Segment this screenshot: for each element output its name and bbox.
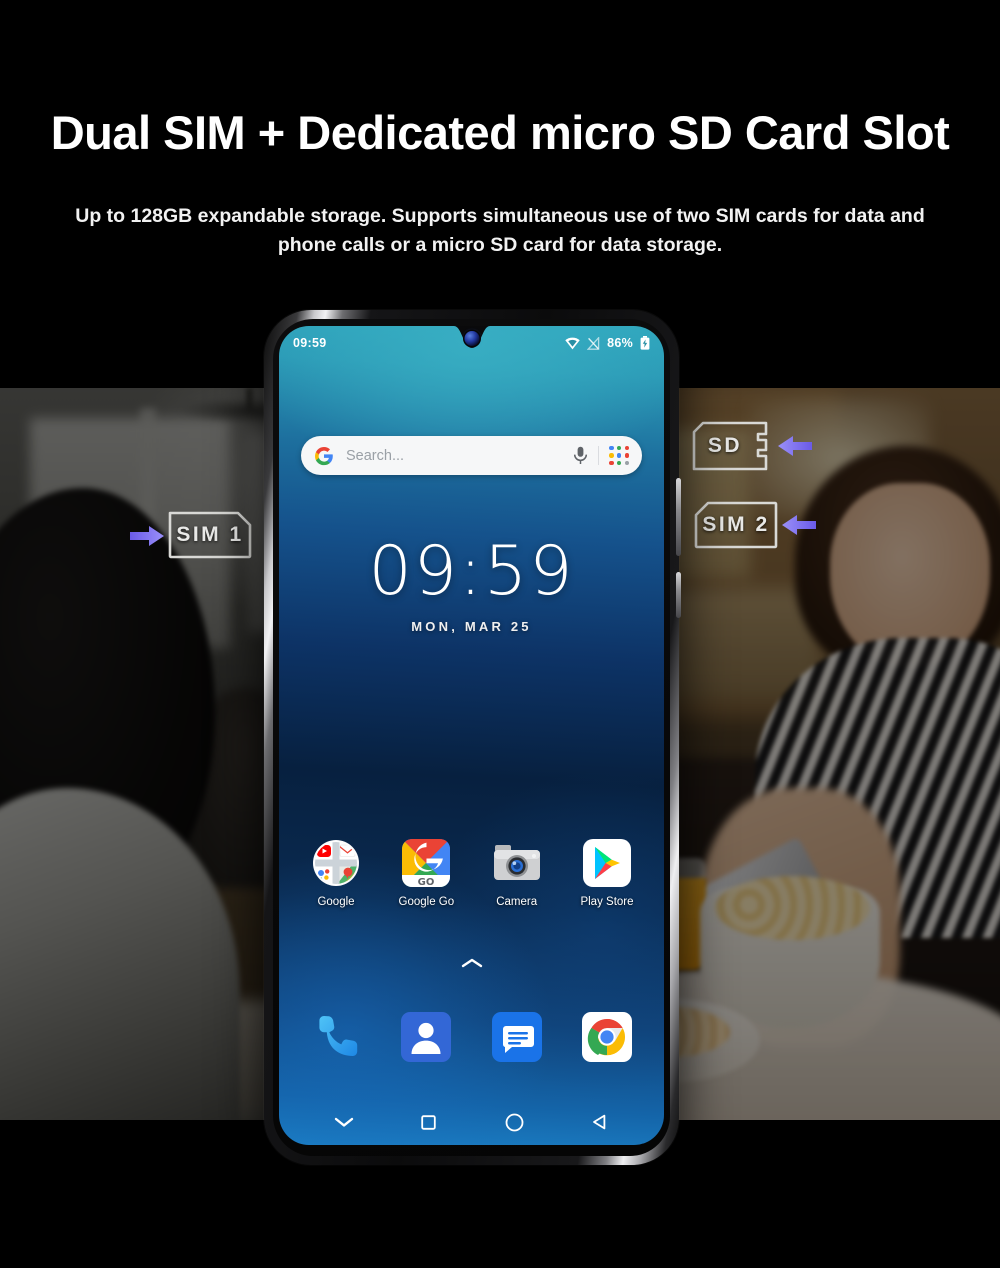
app-label: Camera bbox=[496, 896, 538, 908]
chevron-down-icon bbox=[334, 1117, 353, 1127]
app-icon-play-store[interactable]: Play Store bbox=[570, 839, 644, 908]
google-search-widget[interactable]: Search... bbox=[301, 436, 642, 475]
play-store-icon bbox=[582, 839, 631, 887]
google-folder-icon bbox=[312, 839, 360, 887]
phone-handset-icon bbox=[311, 1012, 361, 1062]
clock-widget[interactable]: 09:59 MON, MAR 25 bbox=[279, 532, 664, 635]
app-icon-google-folder[interactable]: Google bbox=[299, 839, 373, 908]
svg-text:GO: GO bbox=[418, 877, 435, 887]
chrome-icon bbox=[581, 1012, 632, 1062]
nav-home-button[interactable] bbox=[497, 1105, 531, 1139]
divider bbox=[598, 446, 600, 465]
nav-hide-button[interactable] bbox=[327, 1105, 361, 1139]
dock-icon-messages[interactable] bbox=[480, 1012, 554, 1062]
arrow-right-icon-sim1 bbox=[130, 525, 164, 547]
power-button[interactable] bbox=[676, 572, 681, 618]
callout-card-sd: SD bbox=[690, 420, 774, 472]
triangle-left-icon bbox=[592, 1114, 606, 1130]
app-drawer-handle[interactable] bbox=[461, 956, 483, 974]
wifi-icon bbox=[565, 337, 580, 349]
signal-off-icon bbox=[587, 336, 600, 350]
front-camera-icon bbox=[464, 331, 479, 346]
dock-icon-chrome[interactable] bbox=[570, 1012, 644, 1062]
chevron-up-icon bbox=[461, 958, 482, 968]
home-dock bbox=[299, 1012, 644, 1062]
app-icon-google-go[interactable]: GO Google Go bbox=[389, 839, 463, 908]
nav-recents-button[interactable] bbox=[412, 1105, 446, 1139]
app-label: Google bbox=[317, 896, 355, 908]
app-label: Google Go bbox=[398, 896, 455, 908]
dock-icon-contacts[interactable] bbox=[389, 1012, 463, 1062]
square-icon bbox=[421, 1114, 437, 1130]
google-apps-dots-icon[interactable] bbox=[609, 445, 629, 466]
page-title: Dual SIM + Dedicated micro SD Card Slot bbox=[50, 106, 950, 159]
microphone-icon[interactable] bbox=[573, 446, 588, 465]
arrow-left-icon-sd bbox=[778, 435, 812, 457]
callout-label-sim2: SIM 2 bbox=[702, 513, 770, 536]
smartphone-device: 09:59 86% Search... 09:59 MON, MAR 25 Go… bbox=[264, 310, 681, 1165]
page-subtitle: Up to 128GB expandable storage. Supports… bbox=[75, 205, 925, 256]
search-input[interactable]: Search... bbox=[346, 448, 573, 464]
home-app-row: Google GO Google Go Camera Play Store bbox=[299, 839, 644, 908]
callout-card-sim2: SIM 2 bbox=[692, 500, 780, 550]
nav-back-button[interactable] bbox=[582, 1105, 616, 1139]
app-icon-camera[interactable]: Camera bbox=[480, 839, 554, 908]
callout-card-sim1: SIM 1 bbox=[166, 510, 254, 560]
messages-icon bbox=[491, 1012, 542, 1062]
callout-label-sim1: SIM 1 bbox=[176, 523, 244, 546]
clock-date: MON, MAR 25 bbox=[411, 619, 532, 634]
callout-label-sd: SD bbox=[707, 434, 743, 457]
battery-icon bbox=[640, 336, 650, 350]
volume-button[interactable] bbox=[676, 478, 681, 556]
circle-icon bbox=[505, 1113, 524, 1131]
contacts-icon bbox=[401, 1012, 452, 1062]
arrow-left-icon-sim2 bbox=[782, 514, 816, 536]
navigation-bar bbox=[279, 1099, 664, 1145]
google-g-icon bbox=[315, 446, 333, 465]
phone-screen: 09:59 86% Search... 09:59 MON, MAR 25 Go… bbox=[279, 326, 664, 1145]
banner-text-block: Dual SIM + Dedicated micro SD Card Slot … bbox=[0, 0, 1000, 300]
camera-icon bbox=[493, 839, 541, 887]
app-label: Play Store bbox=[580, 896, 634, 908]
battery-percent-label: 86% bbox=[607, 336, 633, 350]
status-bar-time: 09:59 bbox=[293, 336, 327, 350]
dock-icon-phone[interactable] bbox=[299, 1012, 373, 1062]
google-go-icon: GO bbox=[402, 839, 451, 887]
clock-time: 09:59 bbox=[368, 532, 575, 611]
